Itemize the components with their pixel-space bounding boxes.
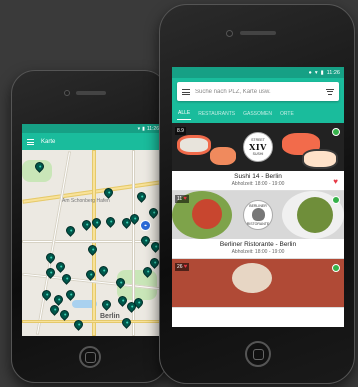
listing-card[interactable]: 26 ♥ bbox=[172, 259, 344, 308]
rating-value: 11 bbox=[177, 196, 183, 202]
right-phone: ● ▾ ▮ 11:26 Suche nach PLZ, Karte usw. A… bbox=[159, 4, 355, 384]
sushi-piece bbox=[302, 149, 338, 169]
speaker bbox=[240, 31, 276, 35]
location-pin[interactable] bbox=[120, 316, 133, 329]
shield-icon bbox=[251, 208, 265, 221]
status-bar: ▾ ▮ 11:26 bbox=[22, 124, 162, 133]
location-pin[interactable] bbox=[135, 190, 148, 203]
search-bar[interactable]: Suche nach PLZ, Karte usw. bbox=[177, 82, 339, 101]
location-pin[interactable] bbox=[104, 215, 117, 228]
card-body: Sushi 14 - Berlin Abholzeit: 18:00 - 19:… bbox=[172, 171, 344, 190]
status-bar: ● ▾ ▮ 11:26 bbox=[172, 67, 344, 78]
logo-text-bottom: SUSHI bbox=[252, 152, 264, 156]
locate-icon[interactable]: ⌖ bbox=[140, 220, 151, 231]
heart-icon: ♥ bbox=[183, 196, 187, 202]
location-pin[interactable] bbox=[100, 298, 113, 311]
sushi-piece bbox=[177, 135, 211, 155]
card-title: Sushi 14 - Berlin bbox=[234, 173, 282, 180]
restaurant-logo: BERLINER RISTORANTE bbox=[243, 200, 273, 230]
food-area bbox=[192, 199, 222, 229]
food-area bbox=[297, 197, 333, 233]
sushi-piece bbox=[210, 147, 236, 165]
tab-orte[interactable]: ORTE bbox=[279, 108, 295, 120]
home-button[interactable] bbox=[79, 346, 101, 368]
status-time: 11:26 bbox=[326, 69, 340, 76]
location-pin[interactable] bbox=[147, 206, 160, 219]
rating-value: 8.9 bbox=[177, 128, 184, 134]
card-subtitle: Abholzeit: 18:00 - 19:00 bbox=[231, 249, 285, 255]
wifi-icon: ▾ bbox=[314, 69, 318, 76]
rating-badge: 8.9 bbox=[175, 127, 186, 135]
rating-value: 26 bbox=[177, 264, 183, 270]
road bbox=[92, 150, 96, 336]
tab-all[interactable]: ALLE bbox=[177, 107, 192, 120]
toolbar: Suche nach PLZ, Karte usw. ALLE RESTAURA… bbox=[172, 78, 344, 123]
card-image: 26 ♥ bbox=[172, 259, 344, 307]
category-tabs: ALLE RESTAURANTS GASSOMEN ORTE bbox=[177, 105, 339, 122]
location-pin[interactable] bbox=[86, 243, 99, 256]
camera bbox=[226, 30, 233, 37]
restaurant-logo: STREET XIV SUSHI bbox=[243, 132, 273, 162]
logo-text-bottom: RISTORANTE bbox=[246, 222, 270, 226]
app-bar: Karte bbox=[22, 133, 162, 150]
battery-icon: ▮ bbox=[142, 125, 145, 132]
location-icon: ● bbox=[308, 69, 312, 76]
search-input[interactable]: Suche nach PLZ, Karte usw. bbox=[195, 89, 321, 95]
open-status-icon bbox=[332, 128, 340, 136]
battery-icon: ▮ bbox=[320, 69, 324, 76]
menu-icon[interactable] bbox=[27, 138, 34, 145]
camera bbox=[64, 90, 70, 96]
location-pin[interactable] bbox=[64, 288, 77, 301]
speaker bbox=[76, 91, 106, 95]
card-image: 11 ♥ BERLINER RISTORANTE bbox=[172, 191, 344, 239]
location-pin[interactable] bbox=[60, 272, 73, 285]
rating-badge: 26 ♥ bbox=[175, 263, 190, 271]
listing-card[interactable]: 11 ♥ BERLINER RISTORANTE Berliner Ristor… bbox=[172, 191, 344, 259]
card-image: 8.9 STREET XIV SUSHI bbox=[172, 123, 344, 171]
menu-icon[interactable] bbox=[182, 88, 190, 95]
filter-icon[interactable] bbox=[326, 88, 334, 95]
left-screen: ▾ ▮ 11:26 Karte Am Schonberg Hafen Berli… bbox=[22, 124, 162, 336]
right-screen: ● ▾ ▮ 11:26 Suche nach PLZ, Karte usw. A… bbox=[172, 67, 344, 327]
status-time: 11:26 bbox=[146, 125, 159, 132]
road bbox=[22, 320, 162, 323]
tab-gassomen[interactable]: GASSOMEN bbox=[242, 108, 273, 120]
heart-icon[interactable]: ♥ bbox=[333, 177, 338, 186]
rating-badge: 11 ♥ bbox=[175, 195, 189, 203]
open-status-icon bbox=[332, 264, 340, 272]
card-body: Berliner Ristorante - Berlin Abholzeit: … bbox=[172, 239, 344, 258]
logo-text-main: XIV bbox=[249, 142, 267, 152]
card-subtitle: Abholzeit: 18:00 - 19:00 bbox=[231, 181, 285, 187]
location-pin[interactable] bbox=[64, 224, 77, 237]
heart-icon: ♥ bbox=[183, 264, 188, 270]
food-area bbox=[232, 263, 272, 293]
location-pin[interactable] bbox=[54, 260, 67, 273]
card-title: Berliner Ristorante - Berlin bbox=[219, 241, 297, 248]
wifi-icon: ▾ bbox=[137, 125, 141, 132]
listing-card[interactable]: 8.9 STREET XIV SUSHI Sushi 14 - Berlin A… bbox=[172, 123, 344, 191]
home-button[interactable] bbox=[245, 341, 271, 367]
location-pin[interactable] bbox=[97, 264, 110, 277]
location-pin[interactable] bbox=[58, 308, 71, 321]
tab-restaurants[interactable]: RESTAURANTS bbox=[197, 108, 236, 120]
location-pin[interactable] bbox=[44, 251, 57, 264]
map-place-label: Am Schonberg Hafen bbox=[62, 198, 110, 204]
map-city-label: Berlin bbox=[100, 313, 120, 320]
app-title: Karte bbox=[41, 138, 56, 145]
left-phone: ▾ ▮ 11:26 Karte Am Schonberg Hafen Berli… bbox=[11, 70, 168, 383]
open-status-icon bbox=[332, 196, 340, 204]
map-view[interactable]: Am Schonberg Hafen Berlin ⌖ bbox=[22, 150, 162, 336]
